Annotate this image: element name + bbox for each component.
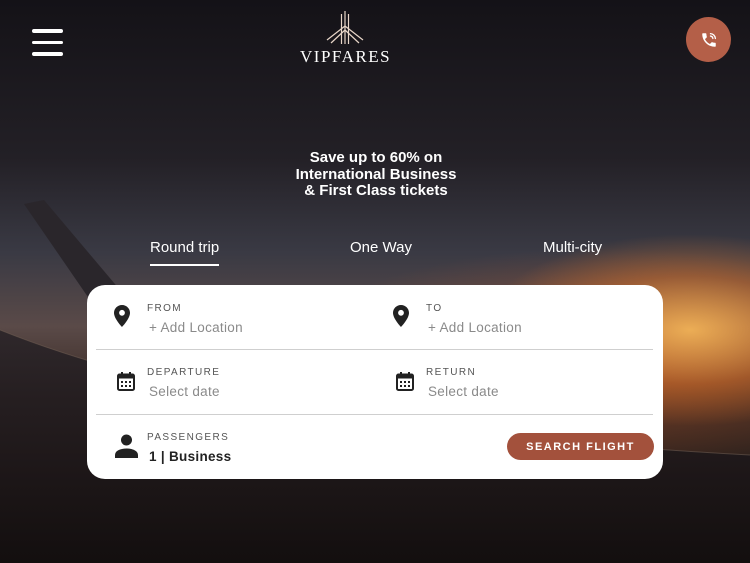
departure-value: Select date <box>149 384 220 399</box>
brand-logo[interactable]: VIPFARES <box>300 8 390 68</box>
departure-date-field[interactable]: DEPARTURE Select date <box>147 367 367 403</box>
tab-one-way[interactable]: One Way <box>350 236 412 266</box>
hamburger-menu-icon[interactable] <box>32 29 63 56</box>
hero-headline: Save up to 60% on International Business… <box>250 149 502 200</box>
form-divider <box>96 414 653 415</box>
headline-line-3: & First Class tickets <box>304 182 448 199</box>
calendar-icon <box>396 372 414 391</box>
logo-mark-icon <box>326 11 364 44</box>
tab-round-trip[interactable]: Round trip <box>150 236 220 266</box>
phone-call-icon <box>701 32 716 47</box>
from-field[interactable]: FROM + Add Location <box>147 303 367 339</box>
return-date-field[interactable]: RETURN Select date <box>426 367 646 403</box>
return-value: Select date <box>428 384 499 399</box>
headline-line-2: International Business <box>295 165 457 183</box>
headline-line-1: Save up to 60% on <box>309 149 443 166</box>
return-label: RETURN <box>426 367 477 378</box>
tab-multi-city[interactable]: Multi-city <box>543 236 602 266</box>
calendar-icon <box>117 372 135 391</box>
search-flight-button[interactable]: SEARCH FLIGHT <box>507 433 654 460</box>
passengers-value: 1 | Business <box>149 449 232 464</box>
location-pin-icon <box>393 305 409 327</box>
from-label: FROM <box>147 303 183 314</box>
person-icon <box>115 434 138 458</box>
trip-type-tabs: Round trip One Way Multi-city <box>0 236 750 270</box>
passengers-label: PASSENGERS <box>147 432 230 443</box>
departure-label: DEPARTURE <box>147 367 221 378</box>
phone-call-button[interactable] <box>686 17 731 62</box>
form-divider <box>96 349 653 350</box>
location-pin-icon <box>114 305 130 327</box>
brand-name: VIPFARES <box>300 47 392 66</box>
top-bar: VIPFARES <box>0 0 750 90</box>
to-field[interactable]: TO + Add Location <box>426 303 646 339</box>
to-value: + Add Location <box>428 320 522 335</box>
from-value: + Add Location <box>149 320 243 335</box>
flight-search-form: FROM + Add Location TO + Add Location DE… <box>87 285 663 479</box>
to-label: TO <box>426 303 443 314</box>
passengers-field[interactable]: PASSENGERS 1 | Business <box>147 432 347 468</box>
